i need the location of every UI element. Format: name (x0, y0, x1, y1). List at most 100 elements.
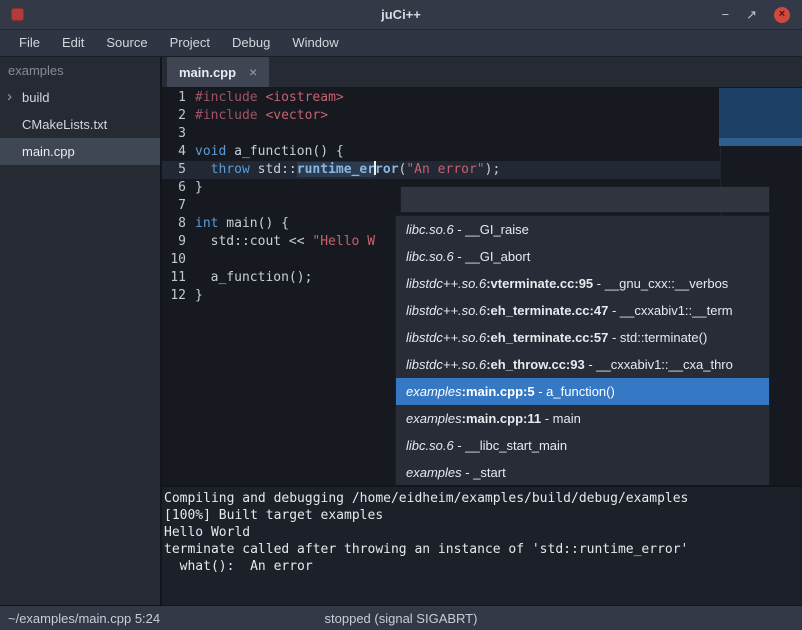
line-number: 12 (162, 287, 186, 305)
frame-function: - __libc_start_main (454, 438, 567, 453)
code-token: "An error" (406, 162, 484, 177)
stack-frame-1[interactable]: libc.so.6 - __GI_abort (396, 243, 769, 270)
frame-function: - _start (462, 465, 506, 480)
file-tree-items: ›buildCMakeLists.txtmain.cpp (0, 84, 160, 165)
code-token: throw (211, 162, 250, 177)
frame-function: - a_function() (535, 384, 615, 399)
stack-frame-8[interactable]: libc.so.6 - __libc_start_main (396, 432, 769, 459)
code-token: "Hello W (312, 234, 375, 249)
code-token: a_function() { (226, 144, 343, 159)
window-title: juCi++ (0, 7, 802, 22)
line-text: } (195, 288, 203, 303)
code-token: a_function(); (195, 270, 312, 285)
line-number: 6 (162, 179, 186, 197)
stack-frame-9[interactable]: examples - _start (396, 459, 769, 485)
frame-location: :eh_throw.cc:93 (486, 357, 585, 372)
menu-source[interactable]: Source (95, 30, 158, 56)
frame-function: - __cxxabiv1::__term (608, 303, 732, 318)
stack-frame-5[interactable]: libstdc++.so.6:eh_throw.cc:93 - __cxxabi… (396, 351, 769, 378)
code-token: ror (375, 162, 398, 177)
stack-frame-4[interactable]: libstdc++.so.6:eh_terminate.cc:57 - std:… (396, 324, 769, 351)
minimize-button[interactable]: − (722, 8, 730, 21)
frame-location: :eh_terminate.cc:57 (486, 330, 608, 345)
line-text: throw std::runtime_error("An error"); (195, 162, 500, 177)
code-editor: 1#include <iostream>2#include <vector>34… (162, 88, 802, 485)
terminal-line-5: what(): An error (164, 558, 802, 575)
terminal-line-1: Compiling and debugging /home/eidheim/ex… (164, 490, 802, 507)
stack-frame-7[interactable]: examples:main.cpp:11 - main (396, 405, 769, 432)
code-line-4[interactable]: 4void a_function() { (162, 143, 802, 161)
frame-lib: examples (406, 384, 462, 399)
code-token: <vector> (265, 108, 328, 123)
status-debug-state: stopped (signal SIGABRT) (0, 611, 802, 626)
tooltip-preview-strip (719, 138, 802, 146)
tab-main-cpp[interactable]: main.cpp × (167, 57, 269, 87)
code-token: std::cout << (195, 234, 312, 249)
code-line-2[interactable]: 2#include <vector> (162, 107, 802, 125)
frame-location: :vterminate.cc:95 (486, 276, 593, 291)
terminal-line-4: terminate called after throwing an insta… (164, 541, 802, 558)
window-controls: − ↗ × (722, 7, 802, 23)
code-line-1[interactable]: 1#include <iostream> (162, 89, 802, 107)
line-text: #include <vector> (195, 108, 328, 123)
code-token: runtime_er (297, 162, 375, 177)
line-text: #include <iostream> (195, 90, 344, 105)
line-number: 11 (162, 269, 186, 287)
frame-location: :main.cpp:5 (462, 384, 535, 399)
code-token: } (195, 180, 203, 195)
line-number: 10 (162, 251, 186, 269)
tab-label: main.cpp (179, 65, 236, 80)
file-tree: examples ›buildCMakeLists.txtmain.cpp (0, 57, 162, 605)
sidebar-item-cmakelists-txt[interactable]: CMakeLists.txt (0, 111, 160, 138)
stack-frame-3[interactable]: libstdc++.so.6:eh_terminate.cc:47 - __cx… (396, 297, 769, 324)
code-token: ); (485, 162, 501, 177)
frame-lib: libstdc++.so.6 (406, 330, 486, 345)
menu-edit[interactable]: Edit (51, 30, 95, 56)
menu-bar: FileEditSourceProjectDebugWindow (0, 30, 802, 57)
code-token: int (195, 216, 218, 231)
title-bar: juCi++ − ↗ × (0, 0, 802, 30)
close-button[interactable]: × (774, 7, 790, 23)
stack-frame-2[interactable]: libstdc++.so.6:vterminate.cc:95 - __gnu_… (396, 270, 769, 297)
menu-project[interactable]: Project (159, 30, 221, 56)
frame-lib: examples (406, 465, 462, 480)
line-text: } (195, 180, 203, 195)
frame-lib: examples (406, 411, 462, 426)
file-label: build (22, 90, 49, 105)
frame-function: - __cxxabiv1::__cxa_thro (585, 357, 733, 372)
tab-close-icon[interactable]: × (249, 64, 257, 80)
frame-function: - main (541, 411, 581, 426)
frame-location: :eh_terminate.cc:47 (486, 303, 608, 318)
code-token: } (195, 288, 203, 303)
line-text: a_function(); (195, 270, 312, 285)
line-number: 7 (162, 197, 186, 215)
code-token: #include (195, 90, 258, 105)
line-number: 9 (162, 233, 186, 251)
restore-button[interactable]: ↗ (746, 8, 757, 21)
frame-lib: libc.so.6 (406, 438, 454, 453)
menu-window[interactable]: Window (281, 30, 349, 56)
stack-frame-6[interactable]: examples:main.cpp:5 - a_function() (396, 378, 769, 405)
menu-debug[interactable]: Debug (221, 30, 281, 56)
line-number: 3 (162, 125, 186, 143)
line-number: 8 (162, 215, 186, 233)
line-number: 4 (162, 143, 186, 161)
file-label: main.cpp (22, 144, 75, 159)
code-token: #include (195, 108, 258, 123)
stack-frame-0[interactable]: libc.so.6 - __GI_raise (396, 216, 769, 243)
line-number: 5 (162, 161, 186, 179)
code-line-5[interactable]: 5 throw std::runtime_error("An error"); (162, 161, 802, 179)
frame-function: - __gnu_cxx::__verbos (593, 276, 728, 291)
sidebar-item-main-cpp[interactable]: main.cpp (0, 138, 160, 165)
chevron-right-icon: › (7, 83, 22, 110)
menu-file[interactable]: File (8, 30, 51, 56)
terminal-line-2: [100%] Built target examples (164, 507, 802, 524)
tooltip-box (400, 186, 770, 213)
status-bar: ~/examples/main.cpp 5:24 stopped (signal… (0, 605, 802, 630)
sidebar-item-build[interactable]: ›build (0, 84, 160, 111)
frame-function: - std::terminate() (608, 330, 707, 345)
terminal-output: Compiling and debugging /home/eidheim/ex… (162, 485, 802, 605)
code-line-3[interactable]: 3 (162, 125, 802, 143)
main-area: examples ›buildCMakeLists.txtmain.cpp ma… (0, 57, 802, 605)
terminal-line-3: Hello World (164, 524, 802, 541)
